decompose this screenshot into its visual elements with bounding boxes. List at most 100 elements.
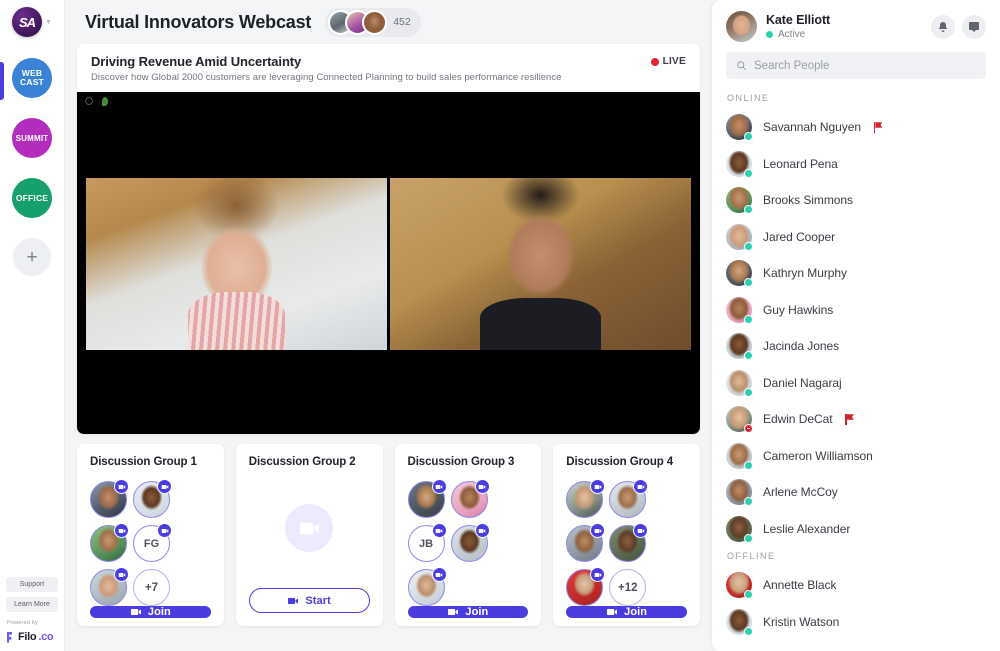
support-button[interactable]: Support [6, 577, 58, 592]
group-avatar-initials[interactable]: JB [407, 523, 447, 562]
group-avatar[interactable] [566, 567, 606, 606]
add-workspace-button[interactable]: + [0, 238, 64, 276]
group-avatar-area: JB [407, 468, 529, 606]
camera-badge [633, 479, 649, 494]
current-user-name: Kate Elliott [766, 13, 831, 27]
avatar [362, 9, 388, 35]
search-input[interactable] [754, 59, 976, 72]
camera-badge [431, 523, 447, 538]
leaf-icon[interactable] [102, 96, 108, 106]
camera-icon [637, 528, 645, 533]
main-content: Virtual Innovators Webcast 452 Driving R… [65, 0, 712, 651]
camera-badge [431, 567, 447, 582]
plus-icon: + [13, 238, 51, 276]
panel-actions [931, 14, 986, 39]
camera-badge [157, 523, 172, 538]
group-avatar[interactable] [133, 479, 172, 518]
stage: Driving Revenue Amid Uncertainty Discove… [65, 44, 712, 651]
presence-indicator [744, 314, 753, 324]
page-title: Virtual Innovators Webcast [85, 11, 312, 32]
discussion-group-title: Discussion Group 1 [90, 456, 197, 468]
group-button-label: Join [624, 606, 648, 618]
group-avatar[interactable] [407, 567, 447, 606]
person-row[interactable]: Jacinda Jones [726, 328, 986, 365]
person-row[interactable]: Leslie Alexander [726, 511, 986, 548]
attendee-avatar-stack [328, 9, 388, 35]
person-name: Annette Black [763, 578, 837, 593]
person-row[interactable]: Cameron Williamson [726, 438, 986, 475]
person-row[interactable]: Daniel Nagaraj [726, 365, 986, 402]
person-name: Kathryn Murphy [763, 266, 848, 281]
flag-icon[interactable] [845, 413, 855, 425]
person-row[interactable]: Guy Hawkins [726, 292, 986, 329]
avatar [726, 572, 753, 600]
presence-indicator [744, 424, 753, 434]
person-row[interactable]: Arlene McCoy [726, 474, 986, 511]
person-row[interactable]: Leonard Pena [726, 146, 986, 183]
chat-button[interactable] [962, 14, 986, 39]
sidebar-item-summit[interactable]: SUMMIT [0, 118, 64, 158]
attendee-summary[interactable]: 452 [325, 7, 421, 37]
group-avatar[interactable] [450, 479, 490, 518]
chevron-down-icon[interactable]: ▼ [45, 19, 52, 26]
video-tile-speaker-2[interactable] [390, 178, 691, 350]
rail-label-line2: CAST [20, 77, 44, 87]
live-badge: LIVE [650, 54, 686, 67]
person-row[interactable]: Kristin Watson [726, 604, 986, 641]
sidebar-item-webcast[interactable]: WEB CAST [0, 58, 64, 100]
join-button[interactable]: Join [566, 606, 687, 618]
office-badge: OFFICE [12, 178, 52, 218]
camera-icon [118, 572, 125, 577]
camera-icon [607, 609, 618, 615]
presence-indicator [744, 205, 753, 215]
group-avatar[interactable] [609, 523, 649, 562]
webcast-badge: WEB CAST [12, 58, 52, 98]
person-row[interactable]: Brooks Simmons [726, 182, 986, 219]
person-name: Arlene McCoy [763, 485, 838, 500]
person-name: Leslie Alexander [763, 521, 851, 536]
start-button[interactable]: Start [248, 588, 370, 613]
video-player[interactable] [77, 92, 700, 434]
person-name: Kristin Watson [763, 614, 840, 629]
person-row[interactable]: Edwin DeCat [726, 401, 986, 438]
bell-icon [939, 21, 947, 32]
person-row[interactable]: Jared Cooper [726, 219, 986, 256]
webcast-header: Driving Revenue Amid Uncertainty Discove… [77, 44, 700, 92]
person-row[interactable]: Kathryn Murphy [726, 255, 986, 292]
group-avatar[interactable] [90, 523, 129, 562]
video-tile-speaker-1[interactable] [86, 178, 387, 350]
presence-indicator [744, 241, 753, 251]
avatar [726, 187, 753, 215]
group-avatar[interactable] [609, 479, 649, 518]
group-avatar[interactable] [450, 523, 490, 562]
search-box[interactable] [726, 52, 986, 79]
person-row[interactable]: Annette Black [726, 567, 986, 604]
camera-badge [590, 479, 606, 494]
current-user-row[interactable]: Kate Elliott Active [712, 0, 1000, 51]
summit-badge: SUMMIT [12, 118, 52, 158]
camera-badge [157, 479, 172, 494]
notifications-button[interactable] [931, 14, 955, 39]
camera-icon [478, 484, 486, 489]
camera-icon [637, 484, 645, 489]
group-avatar[interactable] [566, 479, 606, 518]
group-avatar[interactable] [90, 479, 129, 518]
join-button[interactable]: Join [90, 606, 211, 618]
join-button[interactable]: Join [407, 606, 529, 618]
group-avatar[interactable] [407, 479, 447, 518]
sidebar-item-office[interactable]: OFFICE [0, 178, 64, 218]
group-avatar-overflow[interactable]: +12 [609, 569, 647, 606]
group-avatar[interactable] [90, 567, 129, 606]
workspace-switcher[interactable]: SA ▼ [0, 0, 64, 44]
people-panel: Kate Elliott Active ONLINESav [712, 0, 1000, 651]
group-avatar-initials[interactable]: FG [133, 523, 172, 562]
people-list[interactable]: ONLINE Savannah Nguyen Leonard Pena Brooks … [712, 89, 1000, 651]
avatar [726, 223, 753, 251]
group-avatar-overflow[interactable]: +7 [133, 569, 170, 606]
learn-more-button[interactable]: Learn More [6, 597, 58, 612]
flag-icon[interactable] [874, 121, 884, 133]
info-icon[interactable] [85, 97, 93, 105]
camera-icon [448, 609, 459, 615]
person-row[interactable]: Savannah Nguyen [726, 109, 986, 146]
group-avatar[interactable] [566, 523, 606, 562]
